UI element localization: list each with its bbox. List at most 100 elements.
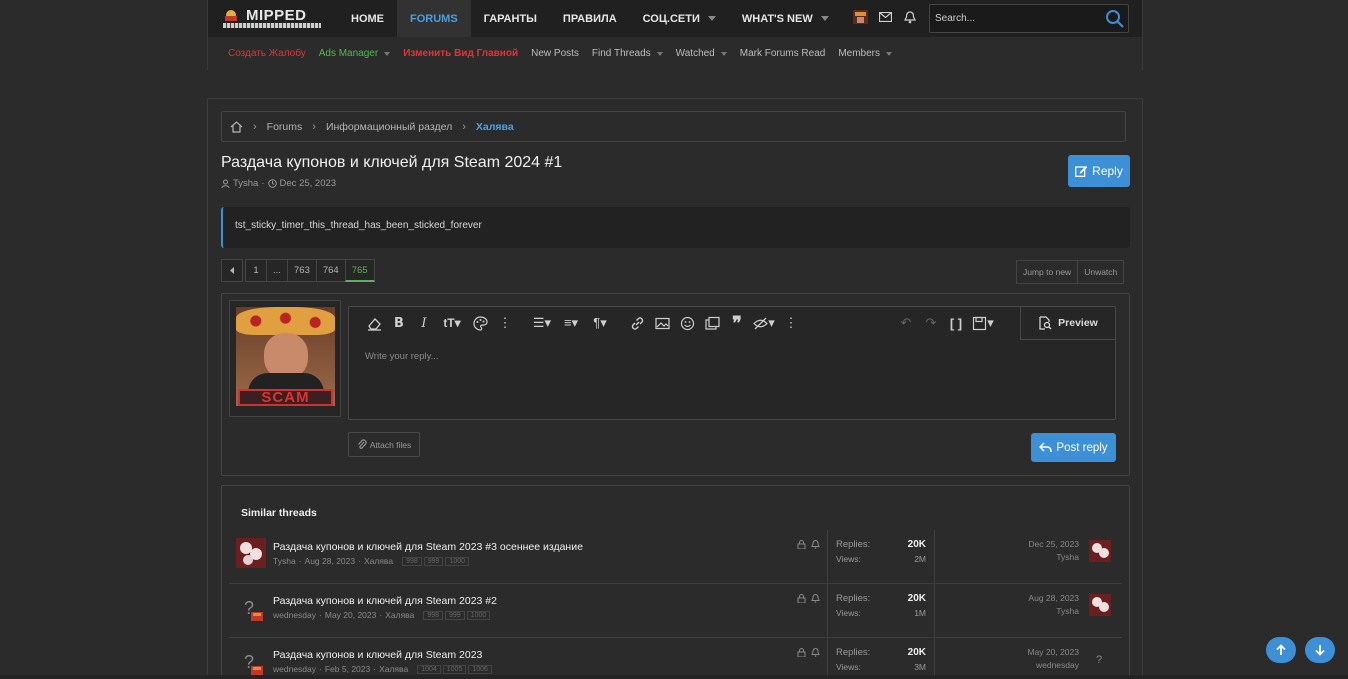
- thread-title-link[interactable]: Раздача купонов и ключей для Steam 2023 …: [273, 595, 497, 607]
- avatar[interactable]: ?: [1089, 648, 1111, 670]
- thread-author[interactable]: wednesday: [273, 610, 316, 620]
- subnav-new-posts[interactable]: New Posts: [531, 48, 579, 59]
- chevron-down-icon[interactable]: [720, 51, 727, 56]
- page-link[interactable]: 1005: [442, 664, 467, 674]
- chevron-down-icon[interactable]: [820, 16, 829, 21]
- page-link[interactable]: 1: [245, 259, 267, 282]
- attach-files-button[interactable]: Attach files: [348, 432, 420, 457]
- unwatch-button[interactable]: Unwatch: [1077, 260, 1125, 284]
- page-link[interactable]: 999: [423, 556, 444, 566]
- post-reply-button[interactable]: Post reply: [1031, 433, 1116, 462]
- page-link[interactable]: 1000: [445, 556, 470, 566]
- jump-to-new-button[interactable]: Jump to new: [1016, 260, 1079, 284]
- page-link[interactable]: 763: [287, 259, 317, 282]
- list-item[interactable]: ? Раздача купонов и ключей для Steam 202…: [229, 584, 1122, 638]
- nav-rules[interactable]: ПРАВИЛА: [550, 0, 630, 37]
- thread-title-link[interactable]: Раздача купонов и ключей для Steam 2023: [273, 649, 482, 661]
- thread-author[interactable]: Tysha: [233, 178, 258, 189]
- font-size-icon[interactable]: tT▾: [438, 313, 466, 333]
- last-post-user[interactable]: Tysha: [989, 551, 1079, 564]
- subnav-create-complaint[interactable]: Создать Жалобу: [228, 48, 306, 59]
- preview-button[interactable]: Preview: [1020, 307, 1115, 340]
- thread-date[interactable]: May 20, 2023: [325, 610, 377, 620]
- thread-forum[interactable]: Халява: [379, 664, 408, 674]
- reply-editor[interactable]: B I tT▾ ⋮ ☰▾ ≡▾ ¶▾ ❞ ▾ ⋮ ↶ ↷ [ ] ▾ Previ…: [348, 306, 1116, 420]
- scroll-top-button[interactable]: [1266, 637, 1296, 663]
- quote-icon[interactable]: ❞: [726, 313, 748, 333]
- bold-icon[interactable]: B: [388, 313, 410, 333]
- nav-guarantors[interactable]: ГАРАНТЫ: [471, 0, 550, 37]
- search-icon[interactable]: [1105, 9, 1125, 29]
- subnav-find-threads[interactable]: Find Threads: [592, 48, 663, 59]
- page-link-current[interactable]: 765: [344, 259, 375, 282]
- redo-icon[interactable]: ↷: [920, 313, 942, 333]
- thread-author[interactable]: wednesday: [273, 664, 316, 674]
- scroll-bottom-button[interactable]: [1305, 637, 1335, 663]
- bell-icon[interactable]: [902, 9, 918, 25]
- thread-forum[interactable]: Халява: [385, 610, 414, 620]
- page-link[interactable]: 1006: [468, 664, 492, 674]
- avatar[interactable]: [1089, 540, 1111, 562]
- last-post-date[interactable]: Dec 25, 2023: [989, 538, 1079, 551]
- chevron-down-icon[interactable]: [384, 51, 391, 56]
- more-vertical-icon[interactable]: ⋮: [494, 313, 516, 333]
- avatar[interactable]: [236, 538, 266, 568]
- paragraph-icon[interactable]: ¶▾: [587, 313, 613, 333]
- last-post-user[interactable]: Tysha: [989, 605, 1079, 618]
- nav-whats-new[interactable]: WHAT'S NEW: [729, 0, 842, 37]
- image-icon[interactable]: [651, 313, 673, 333]
- media-icon[interactable]: [701, 313, 723, 333]
- italic-icon[interactable]: I: [413, 313, 435, 333]
- thread-forum[interactable]: Халява: [364, 556, 393, 566]
- chevron-down-icon[interactable]: [886, 51, 893, 56]
- home-icon[interactable]: [230, 120, 243, 133]
- thread-title-link[interactable]: Раздача купонов и ключей для Steam 2023 …: [273, 541, 583, 553]
- list-item[interactable]: Раздача купонов и ключей для Steam 2023 …: [229, 530, 1122, 584]
- subnav-change-view[interactable]: Изменить Вид Главной: [403, 48, 518, 59]
- last-post-date[interactable]: May 20, 2023: [989, 646, 1079, 659]
- thread-author[interactable]: Tysha: [273, 556, 296, 566]
- last-post-user[interactable]: wednesday: [989, 659, 1079, 672]
- site-logo[interactable]: MIPPED: [222, 6, 322, 28]
- palette-icon[interactable]: [469, 313, 491, 333]
- align-icon[interactable]: ≡▾: [558, 313, 584, 333]
- page-link[interactable]: 1004: [417, 664, 441, 674]
- subnav-mark-read[interactable]: Mark Forums Read: [740, 48, 826, 59]
- list-icon[interactable]: ☰▾: [529, 313, 555, 333]
- breadcrumb-info-section[interactable]: Информационный раздел: [326, 121, 452, 133]
- page-link[interactable]: 764: [315, 259, 346, 282]
- smiley-icon[interactable]: [676, 313, 698, 333]
- page-link[interactable]: 1000: [466, 610, 491, 620]
- spoiler-icon[interactable]: ▾: [751, 313, 777, 333]
- thread-date[interactable]: Aug 28, 2023: [305, 556, 356, 566]
- page-link[interactable]: 998: [402, 556, 422, 566]
- undo-icon[interactable]: ↶: [895, 313, 917, 333]
- envelope-icon[interactable]: [877, 9, 893, 25]
- eraser-icon[interactable]: [363, 313, 385, 333]
- last-post-date[interactable]: Aug 28, 2023: [989, 592, 1079, 605]
- chevron-down-icon[interactable]: [707, 16, 716, 21]
- breadcrumb-forums[interactable]: Forums: [267, 121, 303, 133]
- thread-date[interactable]: Feb 5, 2023: [325, 664, 370, 674]
- nav-home[interactable]: HOME: [338, 0, 397, 37]
- chevron-down-icon[interactable]: [656, 51, 663, 56]
- nav-forums[interactable]: FORUMS: [397, 0, 471, 37]
- page-link[interactable]: 999: [445, 610, 465, 620]
- thread-date[interactable]: Dec 25, 2023: [280, 178, 337, 189]
- drafts-icon[interactable]: ▾: [970, 313, 996, 333]
- avatar[interactable]: ?: [236, 592, 266, 622]
- avatar[interactable]: ?: [236, 646, 266, 676]
- prev-page-button[interactable]: [221, 259, 243, 282]
- nav-social[interactable]: СОЦ.СЕТИ: [630, 0, 729, 37]
- subnav-watched[interactable]: Watched: [676, 48, 727, 59]
- page-skip[interactable]: ...: [266, 259, 288, 282]
- link-icon[interactable]: [626, 313, 648, 333]
- search-input[interactable]: [930, 5, 1100, 32]
- avatar[interactable]: SCAM: [229, 300, 341, 417]
- user-avatar-icon[interactable]: [852, 9, 868, 25]
- subnav-members[interactable]: Members: [838, 48, 893, 59]
- breadcrumb-freebies[interactable]: Халява: [476, 121, 514, 133]
- reply-button[interactable]: Reply: [1068, 155, 1130, 187]
- avatar[interactable]: [1089, 594, 1111, 616]
- subnav-ads-manager[interactable]: Ads Manager: [319, 48, 391, 59]
